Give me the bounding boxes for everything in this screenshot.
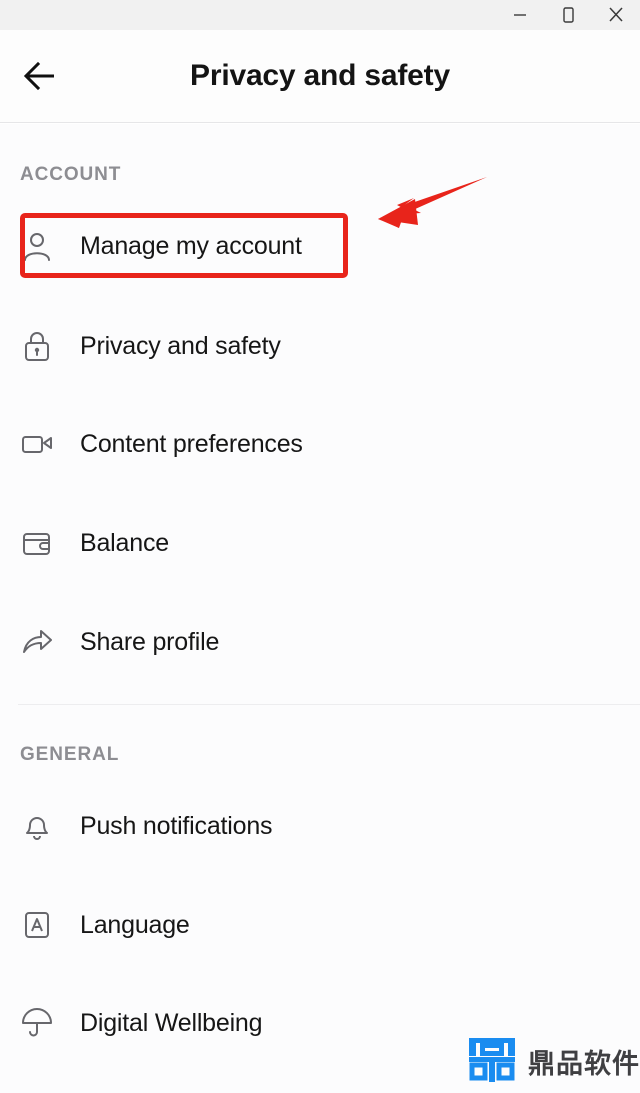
list-item-privacy-and-safety[interactable]: Privacy and safety — [0, 314, 640, 378]
list-item-label: Push notifications — [80, 811, 273, 840]
person-icon — [20, 229, 56, 263]
app-header: Privacy and safety — [0, 30, 640, 123]
page-title: Privacy and safety — [190, 59, 450, 92]
settings-list: ACCOUNT Manage my account Privacy and sa… — [0, 124, 640, 1093]
dingpin-logo-icon — [466, 1034, 518, 1089]
umbrella-icon — [20, 1006, 56, 1040]
close-icon — [605, 4, 627, 26]
close-button[interactable] — [592, 0, 640, 30]
list-item-balance[interactable]: Balance — [0, 511, 640, 575]
section-header-general: GENERAL — [20, 744, 120, 765]
section-divider — [18, 704, 640, 705]
window-title-bar — [0, 0, 640, 30]
section-header-account: ACCOUNT — [20, 164, 122, 185]
maximize-icon — [557, 4, 579, 26]
list-item-label: Language — [80, 910, 190, 939]
bell-icon — [20, 809, 56, 843]
wallet-icon — [20, 526, 56, 560]
list-item-language[interactable]: Language — [0, 893, 640, 957]
letter-a-box-icon — [20, 908, 56, 942]
list-item-share-profile[interactable]: Share profile — [0, 610, 640, 674]
share-arrow-icon — [20, 625, 56, 659]
maximize-button[interactable] — [544, 0, 592, 30]
list-item-label: Share profile — [80, 627, 220, 656]
list-item-push-notifications[interactable]: Push notifications — [0, 794, 640, 858]
video-camera-icon — [20, 427, 56, 461]
minimize-button[interactable] — [496, 0, 544, 30]
watermark: 鼎品软件 — [466, 1034, 640, 1089]
list-item-manage-my-account[interactable]: Manage my account — [0, 214, 640, 278]
list-item-label: Manage my account — [80, 231, 302, 260]
list-item-label: Content preferences — [80, 429, 303, 458]
list-item-content-preferences[interactable]: Content preferences — [0, 412, 640, 476]
lock-icon — [20, 329, 56, 363]
list-item-label: Digital Wellbeing — [80, 1008, 263, 1037]
list-item-label: Balance — [80, 528, 169, 557]
minimize-icon — [509, 4, 531, 26]
list-item-label: Privacy and safety — [80, 331, 281, 360]
watermark-text: 鼎品软件 — [528, 1049, 640, 1079]
